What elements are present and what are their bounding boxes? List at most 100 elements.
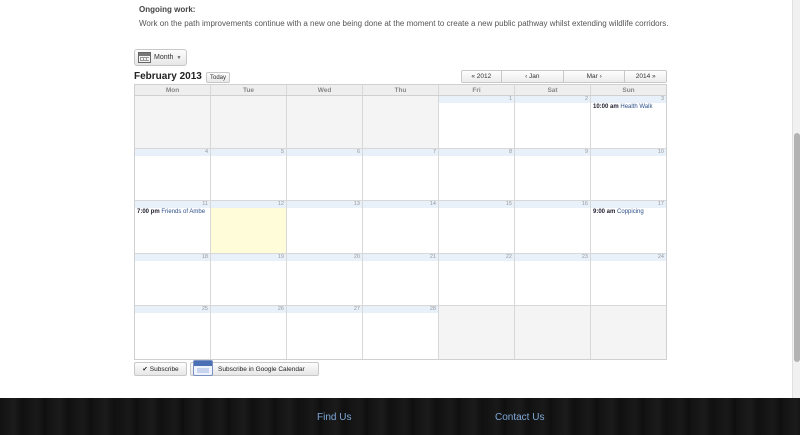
weekday-label: Wed — [287, 85, 363, 95]
day-number: 22 — [439, 253, 514, 261]
today-button[interactable]: Today — [206, 72, 230, 83]
calendar-week-row: 25 26 27 28 — [135, 306, 666, 359]
day-number: 19 — [211, 253, 286, 261]
weekday-label: Fri — [439, 85, 515, 95]
weekday-label: Mon — [135, 85, 211, 95]
calendar-day-cell[interactable]: 16 — [515, 201, 591, 253]
calendar-day-cell[interactable]: 25 — [135, 306, 211, 359]
calendar-event[interactable]: 9:00 am Coppicing — [591, 208, 666, 216]
prev-year-button[interactable]: « 2012 — [462, 71, 502, 82]
calendar-week-row: 18 19 20 21 22 23 24 — [135, 253, 666, 307]
calendar-day-cell[interactable]: 26 — [211, 306, 287, 359]
calendar-day-today[interactable]: 12 — [211, 201, 287, 253]
calendar-event[interactable]: 10:00 am Health Walk — [591, 103, 666, 111]
day-number: 13 — [287, 201, 362, 209]
check-icon: ✔ — [142, 366, 148, 373]
view-label: Month — [154, 54, 174, 61]
weekday-label: Sat — [515, 85, 591, 95]
calendar-day-cell[interactable]: 27 — [287, 306, 363, 359]
calendar-day-cell[interactable]: 22 — [439, 253, 515, 306]
subscribe-label: Subscribe — [149, 365, 179, 373]
calendar-day-cell[interactable]: 20 — [287, 253, 363, 306]
site-footer: Find Us Contact Us — [0, 398, 800, 435]
next-year-button[interactable]: 2014 » — [625, 71, 666, 82]
calendar-day-cell[interactable]: 17 9:00 am Coppicing — [591, 201, 666, 253]
calendar-day-cell[interactable]: 23 — [515, 253, 591, 306]
contact-us-link[interactable]: Contact Us — [495, 412, 544, 423]
weekday-label: Tue — [211, 85, 287, 95]
google-calendar-subscribe-button[interactable]: Subscribe in Google Calendar — [190, 359, 319, 376]
calendar-week-row: 1 2 3 10:00 am Health Walk — [135, 96, 666, 149]
calendar-day-cell[interactable]: 28 — [363, 306, 439, 359]
calendar-day-cell[interactable]: 13 — [287, 201, 363, 253]
day-number: 3 — [591, 96, 666, 103]
day-number — [439, 306, 514, 313]
subscribe-button[interactable]: ✔ Subscribe — [134, 362, 187, 376]
scrollbar-thumb[interactable] — [794, 133, 800, 362]
calendar-grid: Mon Tue Wed Thu Fri Sat Sun 1 2 3 10:00 am Health… — [134, 84, 667, 360]
event-title: Health Walk — [620, 104, 653, 110]
day-number: 14 — [363, 201, 438, 209]
day-number: 2 — [515, 96, 590, 103]
day-number: 20 — [287, 253, 362, 261]
calendar-day-cell[interactable]: 21 — [363, 253, 439, 306]
day-number: 7 — [363, 148, 438, 156]
calendar-day-cell — [515, 306, 591, 359]
month-view-button[interactable]: Month ▼ — [134, 49, 187, 66]
day-number: 23 — [515, 253, 590, 261]
calendar-day-cell[interactable]: 10 — [591, 148, 666, 201]
calendar-day-cell — [211, 96, 287, 148]
calendar-event[interactable]: 7:00 pm Friends of Ambe — [135, 208, 210, 216]
calendar-day-cell[interactable]: 11 7:00 pm Friends of Ambe — [135, 201, 211, 253]
calendar-week-row: 4 5 6 7 8 9 10 — [135, 148, 666, 202]
calendar-day-cell[interactable]: 24 — [591, 253, 666, 306]
find-us-link[interactable]: Find Us — [317, 412, 351, 423]
calendar-day-cell[interactable]: 14 — [363, 201, 439, 253]
day-number — [135, 96, 210, 103]
calendar-day-cell[interactable]: 4 — [135, 148, 211, 201]
calendar-day-cell[interactable]: 1 — [439, 96, 515, 148]
calendar-navigation: « 2012 ‹ Jan Mar › 2014 » — [461, 70, 667, 83]
day-number: 26 — [211, 306, 286, 314]
day-number — [363, 96, 438, 103]
calendar-day-cell[interactable]: 15 — [439, 201, 515, 253]
google-calendar-icon — [193, 359, 213, 376]
day-number: 16 — [515, 201, 590, 209]
calendar-day-cell — [439, 306, 515, 359]
chevron-down-icon: ▼ — [176, 54, 182, 61]
day-number: 25 — [135, 306, 210, 314]
calendar-day-cell — [135, 96, 211, 148]
month-title: February 2013 — [134, 71, 202, 82]
event-title: Friends of Ambe — [161, 209, 206, 216]
event-time: 10:00 am — [593, 104, 619, 110]
day-number: 17 — [591, 201, 666, 209]
day-number: 15 — [439, 201, 514, 209]
calendar-day-cell[interactable]: 8 — [439, 148, 515, 201]
calendar-day-cell[interactable]: 6 — [287, 148, 363, 201]
calendar-day-cell[interactable]: 7 — [363, 148, 439, 201]
event-time: 7:00 pm — [137, 209, 160, 216]
calendar-day-cell[interactable]: 5 — [211, 148, 287, 201]
vertical-scrollbar[interactable] — [792, 0, 800, 398]
day-number: 6 — [287, 148, 362, 156]
day-number: 8 — [439, 148, 514, 156]
event-time: 9:00 am — [593, 209, 616, 216]
day-number: 11 — [135, 201, 210, 209]
day-number — [287, 96, 362, 103]
day-number: 18 — [135, 253, 210, 261]
page-content: Ongoing work: Work on the path improveme… — [0, 0, 792, 398]
calendar-day-cell[interactable]: 2 — [515, 96, 591, 148]
next-month-button[interactable]: Mar › — [564, 71, 626, 82]
calendar-day-cell[interactable]: 9 — [515, 148, 591, 201]
calendar-day-cell[interactable]: 3 10:00 am Health Walk — [591, 96, 666, 148]
day-number: 27 — [287, 306, 362, 314]
day-number: 28 — [363, 306, 438, 314]
calendar-day-cell[interactable]: 19 — [211, 253, 287, 306]
calendar-day-cell[interactable]: 18 — [135, 253, 211, 306]
ongoing-work-text: Work on the path improvements continue w… — [139, 19, 669, 28]
prev-month-button[interactable]: ‹ Jan — [501, 71, 564, 82]
day-number — [211, 96, 286, 103]
event-title: Coppicing — [617, 209, 644, 216]
calendar-day-cell — [591, 306, 666, 359]
calendar-icon — [138, 52, 151, 63]
